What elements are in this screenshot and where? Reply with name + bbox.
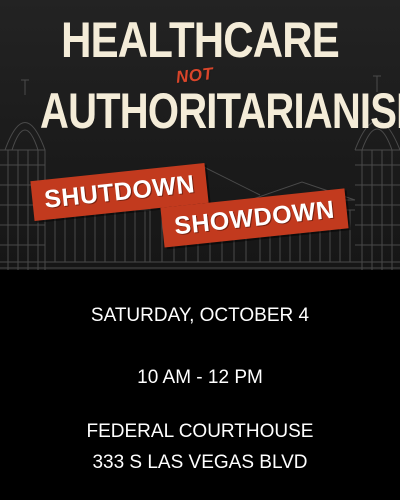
event-time: 10 AM - 12 PM bbox=[137, 367, 263, 388]
event-venue: FEDERAL COURTHOUSE bbox=[86, 421, 314, 442]
headline-healthcare: HEALTHCARE bbox=[61, 12, 340, 68]
event-date: SATURDAY, OCTOBER 4 bbox=[90, 305, 310, 326]
event-address: 333 S LAS VEGAS BLVD bbox=[92, 452, 308, 473]
event-poster: HEALTHCARE NOT AUTHORITARIANISM SHUTDOWN… bbox=[0, 0, 400, 500]
headline-authoritarianism: AUTHORITARIANISM bbox=[40, 83, 400, 139]
poster-header: HEALTHCARE NOT AUTHORITARIANISM SHUTDOWN… bbox=[0, 0, 400, 270]
event-details: SATURDAY, OCTOBER 4 10 AM - 12 PM FEDERA… bbox=[0, 270, 400, 500]
